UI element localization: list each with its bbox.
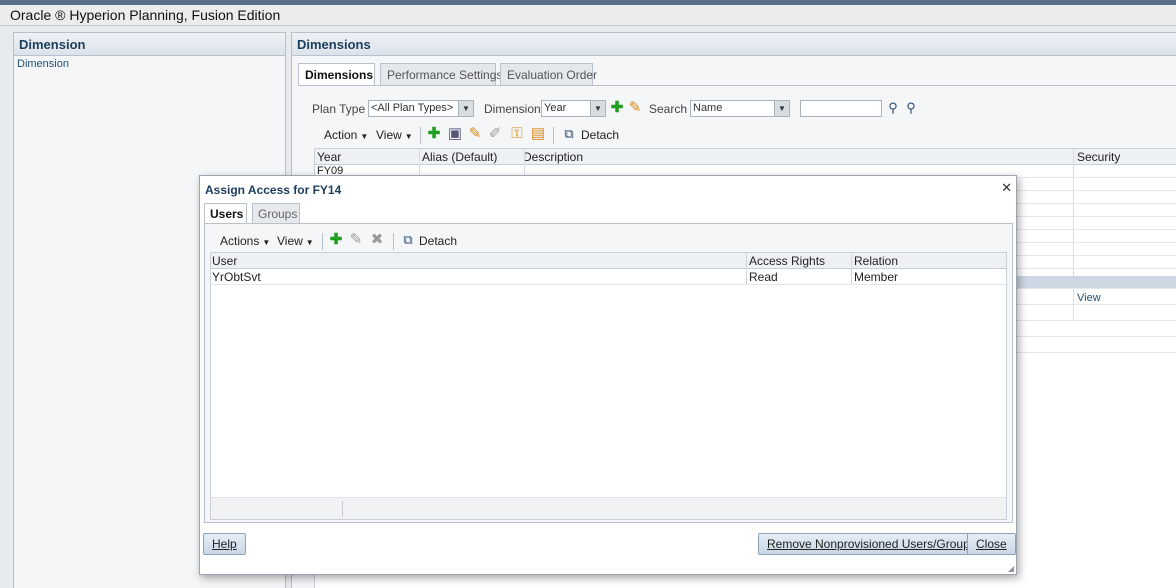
left-panel-title: Dimension [14, 33, 285, 56]
column-header-description[interactable]: Description [523, 150, 583, 164]
table-row[interactable]: YrObtSvt Read Member [211, 269, 1006, 285]
tab-evaluation-order[interactable]: Evaluation Order [500, 63, 597, 85]
access-table-header: User Access Rights Relation [211, 253, 1006, 269]
resize-grip-icon[interactable]: ◢ [1008, 564, 1014, 573]
custom-attributes-icon[interactable]: ▤ [530, 126, 546, 142]
app-title: Oracle ® Hyperion Planning, Fusion Editi… [10, 7, 281, 23]
toolbar-divider [393, 233, 394, 250]
add-child-icon[interactable]: ▣ [447, 126, 463, 142]
search-previous-icon[interactable]: ⚲ [903, 100, 919, 116]
tab-dimensions[interactable]: Dimensions [298, 63, 375, 86]
relation-cell: Member [854, 270, 899, 284]
column-header-access-rights[interactable]: Access Rights [749, 254, 825, 268]
search-label: Search [649, 102, 688, 116]
security-view-link[interactable]: View [1077, 292, 1101, 304]
search-field-select[interactable]: Name ▼ [690, 100, 790, 117]
column-header-relation[interactable]: Relation [854, 254, 898, 268]
dimension-tree-link[interactable]: Dimension [17, 58, 69, 70]
view-menu-label: View [376, 128, 402, 142]
user-cell: YrObtSvt [212, 270, 261, 284]
help-button-label: Help [212, 537, 237, 551]
dialog-title: Assign Access for FY14 [205, 183, 342, 197]
close-icon[interactable]: ✕ [1001, 180, 1012, 196]
caret-down-icon: ▼ [305, 238, 314, 247]
edit-dimension-icon[interactable]: ✎ [627, 100, 643, 116]
detach-icon: ⧉ [564, 126, 574, 141]
remove-access-icon[interactable]: ✖ [369, 232, 385, 248]
tab-groups[interactable]: Groups [252, 203, 300, 223]
chevron-down-icon: ▼ [590, 101, 605, 116]
action-menu-label: Action [324, 128, 358, 142]
chevron-down-icon: ▼ [774, 101, 789, 116]
grid-header: Year Alias (Default) Description Securit… [315, 149, 1176, 165]
view-menu-label: View [277, 234, 303, 248]
plan-type-label: Plan Type [312, 102, 366, 116]
toolbar-divider [420, 127, 421, 144]
column-header-alias[interactable]: Alias (Default) [422, 150, 497, 164]
dimension-value: Year [544, 102, 567, 114]
chevron-down-icon: ▼ [458, 101, 473, 116]
detach-button[interactable]: Detach [581, 128, 619, 142]
detach-icon: ⧉ [403, 232, 413, 247]
caret-down-icon: ▼ [360, 132, 369, 141]
assign-access-dialog: Assign Access for FY14 ✕ Users Groups Ac… [199, 175, 1017, 575]
tab-performance-settings[interactable]: Performance Settings [380, 63, 502, 85]
detach-button[interactable]: Detach [419, 234, 457, 248]
users-tab-panel: Actions ▼ View ▼ ✚ ✎ ✖ ⧉ Detach User Acces… [204, 223, 1013, 523]
access-table: User Access Rights Relation YrObtSvt Rea… [210, 252, 1007, 520]
tab-users[interactable]: Users [204, 203, 247, 224]
dimension-label: Dimension [484, 102, 541, 116]
remove-nonprovisioned-button-label: Remove Nonprovisioned Users/Groups [767, 537, 976, 551]
view-menu[interactable]: View ▼ [376, 128, 413, 142]
dimension-select[interactable]: Year ▼ [541, 100, 606, 117]
plan-type-value: <All Plan Types> [371, 102, 454, 114]
add-member-icon[interactable]: ✚ [426, 126, 442, 142]
caret-down-icon: ▼ [262, 238, 271, 247]
tab-underline [298, 85, 1176, 86]
right-panel-title: Dimensions [292, 33, 1176, 56]
close-button[interactable]: Close [967, 533, 1016, 555]
remove-nonprovisioned-button[interactable]: Remove Nonprovisioned Users/Groups [758, 533, 985, 555]
access-rights-cell: Read [749, 270, 778, 284]
plan-type-select[interactable]: <All Plan Types> ▼ [368, 100, 474, 117]
add-access-icon[interactable]: ✚ [328, 232, 344, 248]
column-header-security[interactable]: Security [1077, 150, 1120, 164]
action-menu[interactable]: Action ▼ [324, 128, 368, 142]
app-header: Oracle ® Hyperion Planning, Fusion Editi… [0, 5, 1176, 26]
dialog-toolbar: Actions ▼ View ▼ ✚ ✎ ✖ ⧉ Detach [210, 230, 1010, 252]
actions-menu-label: Actions [220, 234, 260, 248]
assign-access-icon[interactable]: ⚿ [509, 126, 525, 142]
delete-member-icon[interactable]: ✐ [487, 126, 503, 142]
column-header-year[interactable]: Year [317, 150, 341, 164]
view-menu[interactable]: View ▼ [277, 234, 314, 248]
edit-access-icon[interactable]: ✎ [348, 232, 364, 248]
table-status-bar [211, 497, 1006, 519]
status-divider [342, 501, 343, 517]
close-button-label: Close [976, 537, 1007, 551]
toolbar-divider [553, 127, 554, 144]
caret-down-icon: ▼ [404, 132, 413, 141]
help-button[interactable]: Help [203, 533, 246, 555]
edit-member-icon[interactable]: ✎ [467, 126, 483, 142]
search-input[interactable] [800, 100, 882, 117]
toolbar-divider [322, 233, 323, 250]
search-field-value: Name [693, 102, 723, 114]
add-dimension-icon[interactable]: ✚ [609, 100, 625, 116]
search-next-icon[interactable]: ⚲ [885, 100, 901, 116]
dimension-toolbar: Action ▼ View ▼ ✚ ▣ ✎ ✐ ⚿ ▤ ⧉ Detach [314, 124, 1176, 146]
actions-menu[interactable]: Actions ▼ [220, 234, 270, 248]
column-header-user[interactable]: User [212, 254, 237, 268]
